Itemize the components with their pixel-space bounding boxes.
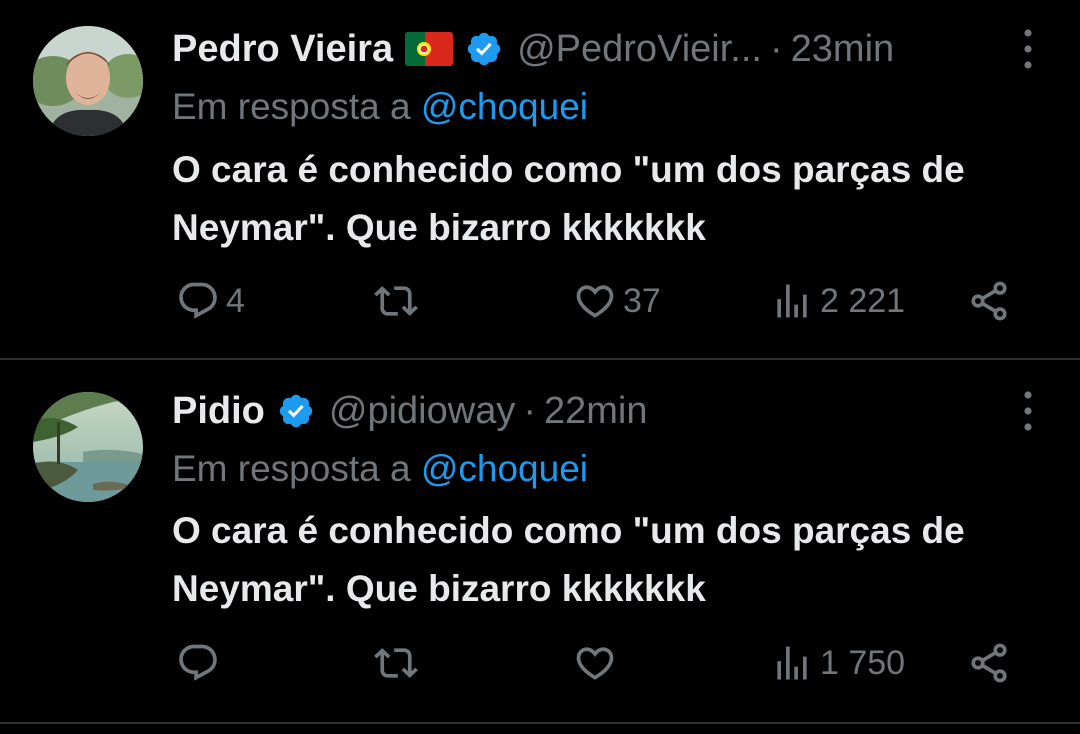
user-handle[interactable]: @PedroVieir... (517, 28, 762, 71)
heart-icon (576, 647, 614, 680)
share-button[interactable] (967, 641, 1011, 685)
reply-button[interactable] (176, 641, 226, 685)
retweet-button[interactable] (374, 641, 424, 685)
views-button[interactable]: 2 221 (770, 279, 905, 323)
reply-context: Em resposta a @choquei (172, 86, 588, 128)
view-count: 2 221 (820, 281, 906, 320)
tweet-header: Pidio @pidioway · 22min (172, 386, 1000, 436)
reply-mention-link[interactable]: @choquei (421, 448, 588, 489)
views-icon (777, 646, 807, 680)
share-button[interactable] (967, 279, 1011, 323)
separator-dot: · (523, 389, 536, 432)
more-icon[interactable] (1022, 28, 1034, 70)
tweet-text-line: Neymar". Que bizarro kkkkkkk (172, 568, 706, 609)
tweet-text: O cara é conhecido como "um dos parças d… (172, 141, 1062, 257)
separator-dot: · (769, 27, 783, 70)
tweet-text-line: O cara é conhecido como "um dos parças d… (172, 510, 965, 551)
reply-prefix: Em resposta a (172, 86, 421, 127)
display-name[interactable]: Pedro Vieira (172, 28, 393, 71)
like-count: 37 (623, 281, 661, 320)
share-icon (971, 643, 1007, 683)
views-button[interactable]: 1 750 (770, 641, 905, 685)
views-icon (777, 284, 807, 318)
reply-count: 4 (226, 281, 245, 320)
reply-prefix: Em resposta a (172, 448, 421, 489)
verified-badge-icon (277, 392, 315, 430)
timestamp[interactable]: 22min (544, 390, 648, 433)
reply-mention-link[interactable]: @choquei (421, 86, 588, 127)
tweet-text-line: Neymar". Que bizarro kkkkkkk (172, 207, 706, 248)
share-icon (971, 281, 1007, 321)
reply-button[interactable]: 4 (176, 279, 245, 323)
user-handle[interactable]: @pidioway (329, 390, 515, 433)
retweet-icon (374, 648, 418, 678)
tweet-divider (0, 722, 1080, 724)
more-icon[interactable] (1022, 390, 1034, 432)
tweet-header: Pedro Vieira @PedroVieir... · 23min (172, 24, 1000, 74)
tweet[interactable]: Pedro Vieira @PedroVieir... · 23min Em r… (0, 0, 1080, 358)
tweet-text: O cara é conhecido como "um dos parças d… (172, 502, 1062, 618)
retweet-icon (374, 286, 418, 316)
portugal-flag-icon (405, 32, 454, 66)
reply-context: Em resposta a @choquei (172, 448, 588, 490)
view-count: 1 750 (820, 643, 906, 682)
tweet-text-line: O cara é conhecido como "um dos parças d… (172, 149, 965, 190)
reply-icon (179, 282, 217, 319)
display-name[interactable]: Pidio (172, 390, 265, 433)
action-bar: 1 750 (0, 641, 1080, 691)
avatar[interactable] (33, 392, 143, 502)
heart-icon (576, 285, 614, 318)
verified-badge-icon (465, 30, 503, 68)
avatar[interactable] (33, 26, 143, 136)
like-button[interactable] (573, 641, 623, 685)
timestamp[interactable]: 23min (791, 28, 895, 71)
retweet-button[interactable] (374, 279, 424, 323)
like-button[interactable]: 37 (573, 279, 661, 323)
reply-icon (179, 644, 217, 681)
tweet[interactable]: Pidio @pidioway · 22min Em resposta a @c… (0, 360, 1080, 722)
action-bar: 4 37 2 221 (0, 279, 1080, 329)
